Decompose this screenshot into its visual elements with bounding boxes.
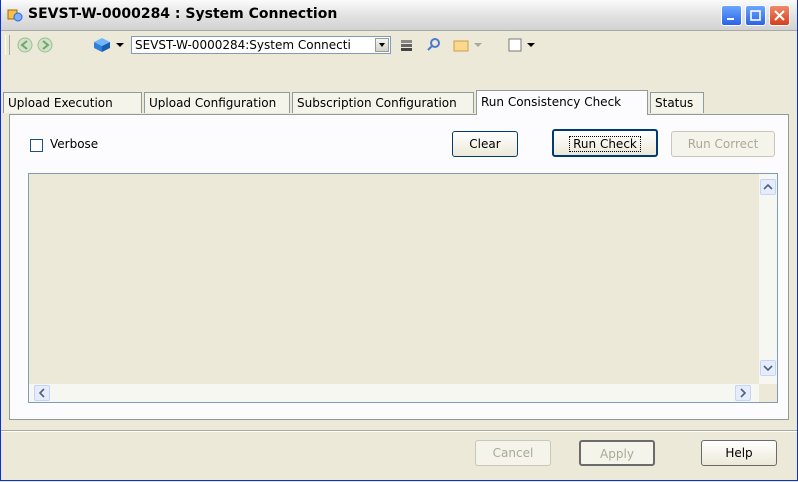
folder-dropdown-arrow-icon[interactable] xyxy=(474,43,482,47)
cancel-button[interactable]: Cancel xyxy=(475,440,551,466)
help-button[interactable]: Help xyxy=(701,440,777,466)
cube-dropdown-arrow-icon[interactable] xyxy=(116,43,124,47)
chevron-down-icon[interactable] xyxy=(375,38,389,52)
tab-label: Upload Execution xyxy=(8,96,113,110)
toolbar: SEVST-W-0000284:System Connecti xyxy=(1,31,797,59)
close-button[interactable] xyxy=(769,5,790,26)
tab-upload-configuration[interactable]: Upload Configuration xyxy=(144,92,290,113)
run-check-button[interactable]: Run Check xyxy=(552,129,658,157)
tab-run-consistency-check[interactable]: Run Consistency Check xyxy=(476,90,648,115)
window-icon[interactable] xyxy=(507,37,523,53)
title-bar[interactable]: SEVST-W-0000284 : System Connection xyxy=(1,0,797,31)
tab-label: Subscription Configuration xyxy=(297,96,457,110)
tab-status[interactable]: Status xyxy=(650,92,704,113)
maximize-button[interactable] xyxy=(745,5,766,26)
stack-icon[interactable] xyxy=(399,37,415,53)
scroll-down-button[interactable] xyxy=(760,360,776,376)
horizontal-scrollbar[interactable] xyxy=(29,384,759,402)
tab-upload-execution[interactable]: Upload Execution xyxy=(3,92,142,113)
run-correct-button-label: Run Correct xyxy=(687,137,759,151)
scroll-left-button[interactable] xyxy=(34,385,50,401)
app-window: SEVST-W-0000284 : System Connection SEVS… xyxy=(0,0,798,481)
verbose-checkbox[interactable] xyxy=(30,139,43,152)
run-consistency-check-panel: Verbose Clear Run Check Run Correct xyxy=(9,114,789,420)
toolbar-grip[interactable] xyxy=(5,35,10,55)
cancel-button-label: Cancel xyxy=(492,446,534,460)
apply-button[interactable]: Apply xyxy=(579,440,655,466)
clear-button[interactable]: Clear xyxy=(452,131,518,157)
scroll-right-button[interactable] xyxy=(735,385,751,401)
connection-select-value: SEVST-W-0000284:System Connecti xyxy=(135,38,351,52)
run-check-button-label: Run Check xyxy=(569,136,641,152)
scrollbar-corner xyxy=(759,384,777,402)
minimize-button[interactable] xyxy=(721,5,742,26)
forward-arrow-icon[interactable] xyxy=(37,37,53,53)
tab-label: Upload Configuration xyxy=(149,96,277,110)
folder-icon[interactable] xyxy=(453,37,469,53)
apply-button-label: Apply xyxy=(600,447,634,461)
verbose-label: Verbose xyxy=(50,137,99,151)
help-button-label: Help xyxy=(725,446,753,460)
tab-label: Status xyxy=(655,96,694,110)
vertical-scrollbar[interactable] xyxy=(759,174,777,386)
window-title: SEVST-W-0000284 : System Connection xyxy=(28,6,338,22)
tab-label: Run Consistency Check xyxy=(481,95,622,109)
pin-icon[interactable] xyxy=(425,37,441,53)
tab-subscription-configuration[interactable]: Subscription Configuration xyxy=(292,92,474,113)
window-dropdown-arrow-icon[interactable] xyxy=(527,43,535,47)
output-text-area[interactable] xyxy=(28,173,778,403)
system-connection-icon xyxy=(7,7,23,23)
scroll-up-button[interactable] xyxy=(760,179,776,195)
clear-button-label: Clear xyxy=(469,137,501,151)
footer-divider xyxy=(1,430,797,432)
cube-icon[interactable] xyxy=(93,37,110,53)
run-correct-button[interactable]: Run Correct xyxy=(671,131,775,157)
connection-select[interactable]: SEVST-W-0000284:System Connecti xyxy=(131,36,391,54)
back-arrow-icon[interactable] xyxy=(17,37,33,53)
tab-bar: Upload Execution Upload Configuration Su… xyxy=(3,90,793,115)
output-content xyxy=(29,174,759,386)
